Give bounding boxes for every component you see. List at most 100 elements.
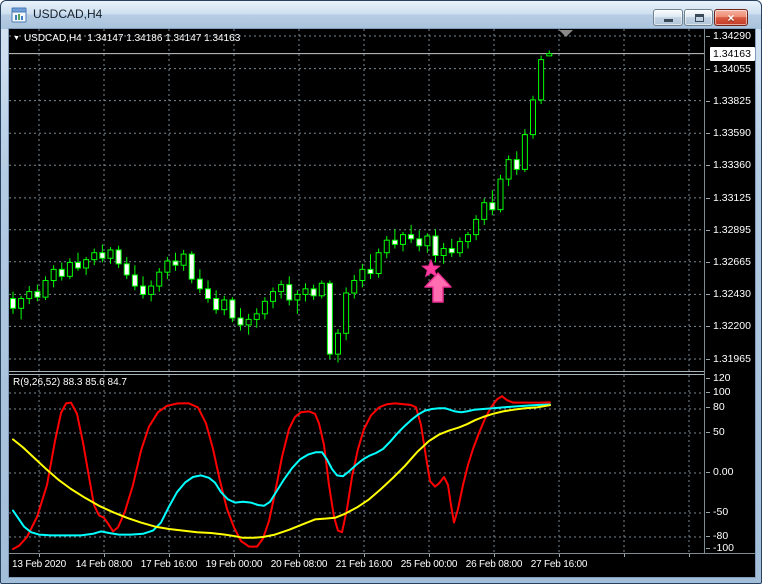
time-axis-label: 17 Feb 16:00 (140, 559, 198, 570)
time-axis-label: 26 Feb 08:00 (465, 559, 523, 570)
close-button[interactable]: × (714, 9, 748, 26)
candle-body (75, 261, 81, 269)
indicator-canvas[interactable] (9, 375, 704, 553)
candle-body (253, 313, 260, 320)
candle-body (424, 235, 431, 247)
axis-tick (706, 229, 710, 231)
price-axis-label: 1.32895 (713, 223, 751, 236)
axis-tick (706, 432, 710, 433)
restore-icon (695, 14, 704, 22)
ohlc-readout[interactable]: ▼ USDCAD,H4 1.34147 1.34186 1.34147 1.341… (13, 33, 240, 44)
candle-body (473, 218, 480, 236)
time-axis-tick (39, 554, 40, 557)
candle-body (148, 285, 155, 295)
candle-body (375, 252, 382, 275)
axis-tick (706, 326, 710, 328)
price-axis[interactable]: 1.34290 1.34055 1.33825 1.33590 1.33360 1.331… (704, 29, 755, 554)
candle-body (221, 299, 228, 311)
candle-body (521, 134, 528, 170)
indicator-axis-label: 50 (713, 426, 725, 438)
price-axis-label: 1.33590 (713, 127, 751, 140)
candle-body (383, 239, 390, 254)
candle-body (391, 239, 398, 245)
price-axis-label: 1.31965 (713, 352, 751, 365)
symbol-dropdown-icon[interactable]: ▼ (13, 35, 20, 42)
candle-body (530, 99, 536, 136)
indicator-axis-label: 100 (713, 386, 731, 398)
indicator-line-mid (12, 403, 551, 537)
time-axis-label: 25 Feb 00:00 (400, 559, 458, 570)
axis-tick (706, 407, 710, 408)
price-axis-label: 1.33360 (713, 159, 751, 172)
axis-tick (706, 36, 710, 37)
indicator-axis-label: -50 (713, 506, 729, 518)
candle-body (270, 291, 276, 302)
candle-body (18, 298, 25, 309)
candle-body (91, 252, 98, 261)
time-axis-tick (689, 554, 690, 557)
chart-client-area: ▼ USDCAD,H4 1.34147 1.34186 1.34147 1.341… (9, 29, 755, 577)
candle-body (318, 282, 325, 297)
axis-tick (706, 133, 710, 135)
indicator-values: 88.3 85.6 84.7 (63, 377, 127, 388)
main-chart-canvas[interactable] (9, 29, 704, 371)
candle-body (107, 249, 114, 259)
candle-body (456, 241, 463, 254)
time-axis-tick (429, 554, 430, 557)
candle-body (408, 234, 415, 240)
price-axis-label: 1.32665 (713, 255, 751, 268)
price-axis-label: 1.32200 (713, 320, 751, 333)
candle-body (213, 298, 220, 311)
candle-body (229, 299, 236, 319)
buy-arrow-icon (424, 272, 452, 303)
candle-body (156, 271, 163, 287)
axis-tick (706, 197, 710, 199)
axis-tick (706, 512, 710, 513)
time-axis-label: 21 Feb 16:00 (335, 559, 393, 570)
candle-body (10, 298, 16, 309)
candle-body (302, 288, 309, 295)
axis-tick (706, 358, 710, 360)
close-icon: × (727, 11, 735, 25)
price-axis-label: 1.34290 (713, 30, 751, 42)
candle-body (123, 263, 130, 276)
candle-body (538, 59, 545, 101)
candle-body (465, 234, 471, 243)
candle-body (343, 292, 350, 334)
price-axis-label: 1.33125 (713, 191, 751, 204)
candle-body (286, 284, 293, 301)
candle-body (416, 238, 423, 247)
candle-body (115, 249, 122, 265)
candle-body (310, 288, 317, 297)
candle-body (278, 284, 285, 293)
candle-body (546, 53, 553, 57)
candle-body (164, 260, 171, 273)
axis-tick (706, 294, 710, 296)
readout-open: 1.34147 (87, 33, 124, 44)
restore-button[interactable] (684, 9, 713, 26)
time-axis[interactable]: 13 Feb 2020 14 Feb 08:00 17 Feb 16:00 19 Fe… (9, 553, 755, 577)
axis-tick (706, 536, 710, 537)
chart-window: USDCAD,H4 × ▼ USDCAD,H4 1.34147 1.34186 1… (0, 0, 762, 584)
minimize-button[interactable] (653, 9, 683, 26)
title-bar[interactable]: USDCAD,H4 × (1, 1, 761, 29)
indicator-axis-label: 0.00 (713, 466, 734, 478)
readout-symbol: USDCAD,H4 (23, 33, 82, 44)
candle-body (326, 282, 333, 355)
window-title: USDCAD,H4 (33, 7, 103, 21)
candle-body (481, 202, 488, 220)
candle-body (66, 261, 73, 277)
time-axis-label: 14 Feb 08:00 (75, 559, 133, 570)
axis-tick (706, 472, 710, 473)
chart-icon (11, 7, 27, 23)
time-axis-label: 20 Feb 08:00 (270, 559, 328, 570)
candle-body (261, 300, 268, 315)
indicator-label: R(9,26,52) 88.3 85.6 84.7 (13, 377, 127, 388)
time-axis-tick (169, 554, 170, 557)
candle-body (172, 260, 179, 266)
axis-tick (706, 68, 710, 70)
candle-body (448, 248, 455, 254)
candle-body (196, 278, 203, 290)
candle-body (99, 252, 106, 259)
time-axis-tick (299, 554, 300, 557)
